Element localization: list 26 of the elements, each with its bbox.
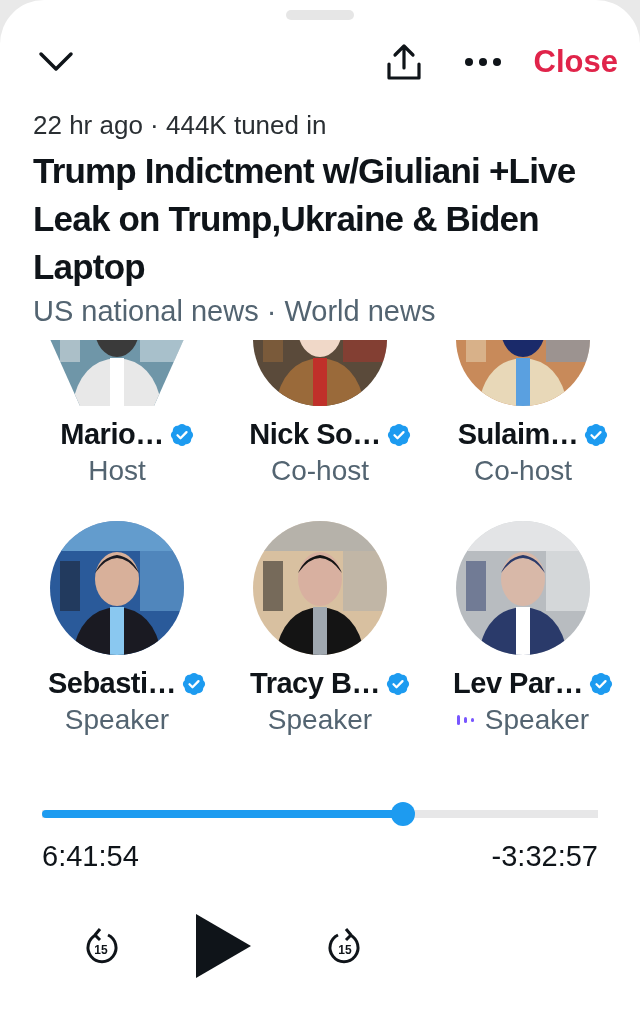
rewind-button[interactable]: 15 bbox=[82, 926, 120, 966]
participant-name: Nick So… bbox=[249, 418, 381, 451]
participant-role: Host bbox=[88, 455, 146, 487]
participant-name: Mario… bbox=[60, 418, 164, 451]
participant-role: Speaker bbox=[484, 704, 590, 736]
participant-name: Sulaim… bbox=[457, 418, 579, 451]
drag-handle[interactable] bbox=[286, 10, 354, 20]
participant-name: Lev Par… bbox=[453, 667, 583, 700]
elapsed-time: 6:41:54 bbox=[42, 840, 139, 873]
more-button[interactable] bbox=[463, 57, 502, 67]
participant-name: Sebasti… bbox=[47, 667, 177, 700]
remaining-time: -3:32:57 bbox=[491, 840, 598, 873]
progress-handle[interactable] bbox=[391, 802, 416, 826]
play-button[interactable] bbox=[194, 913, 252, 979]
close-button[interactable]: Close bbox=[533, 44, 618, 80]
space-title: Trump Indictment w/Giuliani +Live Leak on Trump,Ukraine & Biden Laptop bbox=[33, 150, 577, 288]
forward-button[interactable]: 15 bbox=[326, 926, 364, 966]
play-icon bbox=[194, 913, 252, 979]
participant-role: Speaker bbox=[64, 704, 170, 736]
more-icon bbox=[463, 57, 502, 67]
participant-role: Speaker bbox=[267, 704, 373, 736]
participant-role: Co-host bbox=[473, 455, 572, 487]
space-meta: 22 hr ago · 444K tuned in bbox=[33, 110, 328, 141]
space-topics: US national news · World news bbox=[33, 295, 437, 328]
participant-name: Tracy B… bbox=[250, 667, 380, 700]
participant-role: Co-host bbox=[270, 455, 369, 487]
